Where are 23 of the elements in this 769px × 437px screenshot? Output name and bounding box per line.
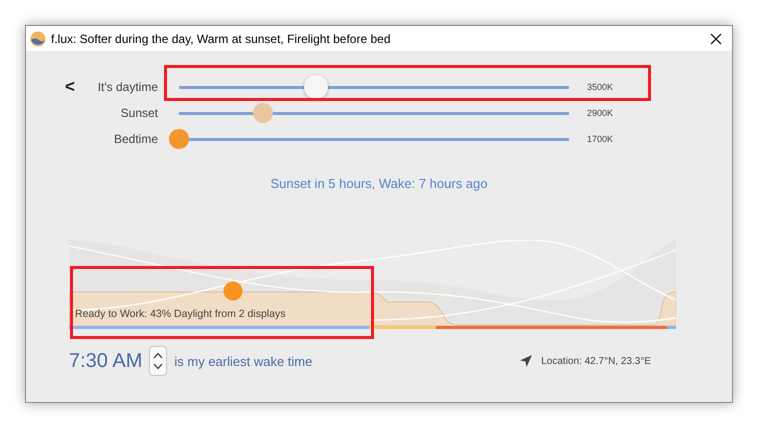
slider-thumb[interactable]	[169, 129, 189, 149]
slider-value: 2900K	[587, 107, 614, 119]
current-time-marker	[223, 281, 243, 301]
status-text: Sunset in 5 hours, Wake: 7 hours ago	[269, 175, 489, 193]
down-chevron-icon[interactable]	[153, 363, 164, 370]
slider-value: 1700K	[587, 133, 614, 145]
wake-time-label: is my earliest wake time	[174, 354, 312, 368]
slider-thumb[interactable]	[252, 103, 273, 123]
location-arrow-icon	[519, 354, 534, 368]
location-text: Location: 42.7°N, 23.3°E	[541, 356, 651, 366]
window-title: f.lux: Softer during the day, Warm at sunset, Firelight before bed	[51, 32, 390, 46]
timeline-caption: Ready to Work: 43% Daylight from 2 displays	[75, 308, 286, 320]
sunset-icon	[30, 30, 46, 46]
slider-label: It's daytime	[96, 80, 158, 94]
time-spinner[interactable]	[149, 346, 168, 376]
up-chevron-icon[interactable]	[153, 352, 164, 359]
back-button[interactable]: <	[65, 77, 79, 97]
wake-time: 7:30 AM	[69, 350, 142, 372]
close-icon[interactable]	[710, 32, 722, 44]
slider-thumb[interactable]	[304, 75, 328, 99]
slider-label: Bedtime	[112, 132, 158, 146]
slider-label: Sunset	[120, 106, 158, 120]
slider-value: 3500K	[587, 81, 614, 93]
